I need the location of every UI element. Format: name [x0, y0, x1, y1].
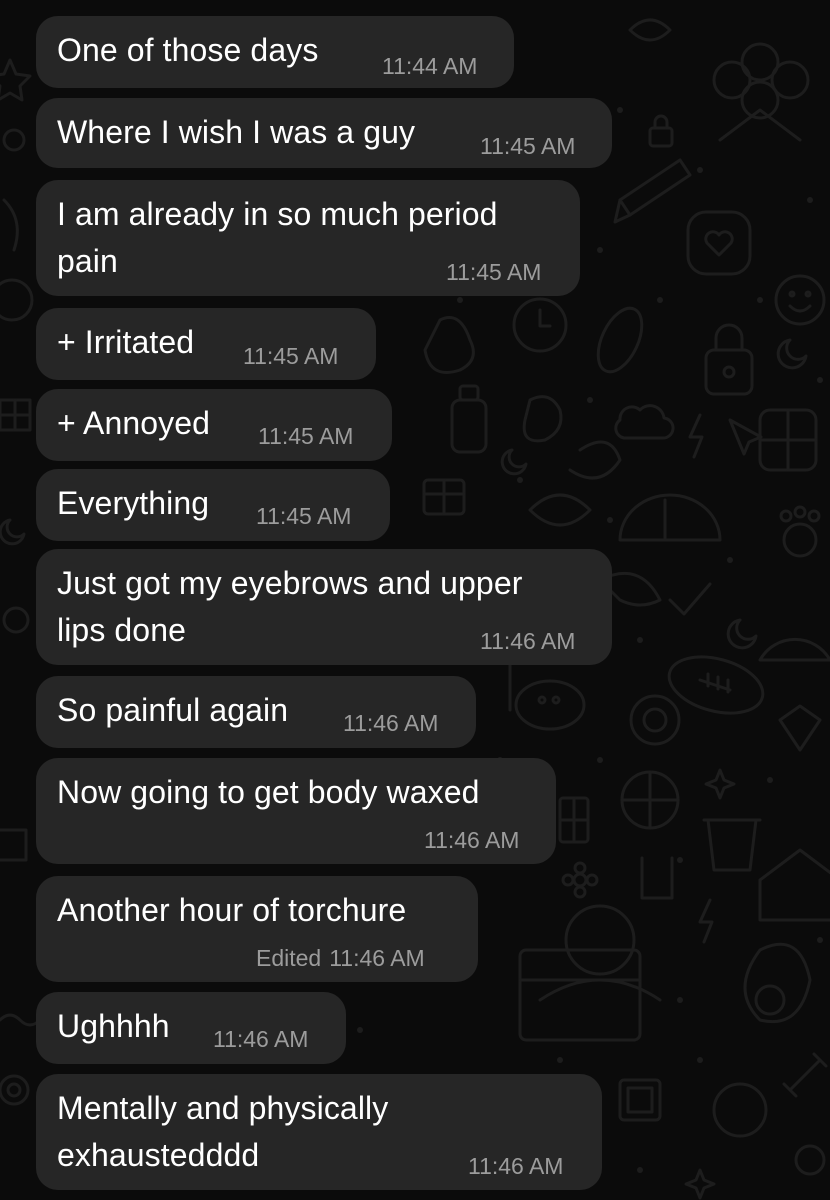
message-timestamp: 11:45 AM: [446, 258, 541, 286]
message-line: So painful again: [57, 692, 289, 728]
message-timestamp: Edited 11:46 AM: [256, 944, 425, 972]
message-time: 11:45 AM: [256, 503, 352, 529]
message-time: 11:46 AM: [480, 628, 576, 654]
message-text: Where I wish I was a guy: [57, 109, 415, 156]
message-bubble[interactable]: Now going to get body waxed 11:46 AM: [36, 758, 556, 864]
message-bubble[interactable]: One of those days 11:44 AM: [36, 16, 514, 88]
message-line: exhaustedddd: [57, 1137, 260, 1173]
message-text: Just got my eyebrows and upper lips done: [57, 560, 522, 654]
message-timestamp: 11:45 AM: [258, 422, 353, 450]
message-bubble[interactable]: I am already in so much period pain 11:4…: [36, 180, 580, 296]
message-list[interactable]: One of those days 11:44 AM Where I wish …: [0, 0, 830, 1200]
message-text: I am already in so much period pain: [57, 191, 498, 285]
message-timestamp: 11:45 AM: [243, 342, 338, 370]
message-text: So painful again: [57, 687, 288, 734]
message-text: Ughhhh: [57, 1003, 170, 1050]
message-text: + Irritated: [57, 319, 194, 366]
message-line: One of those days: [57, 32, 319, 68]
message-bubble[interactable]: Another hour of torchure Edited 11:46 AM: [36, 876, 478, 982]
message-bubble[interactable]: + Annoyed 11:45 AM: [36, 389, 392, 461]
message-line: Now going to get body waxed: [57, 774, 480, 810]
message-bubble[interactable]: Just got my eyebrows and upper lips done…: [36, 549, 612, 665]
message-line: pain: [57, 243, 118, 279]
message-time: 11:45 AM: [243, 343, 339, 369]
message-bubble[interactable]: Mentally and physically exhaustedddd 11:…: [36, 1074, 602, 1190]
message-line: lips done: [57, 612, 186, 648]
message-bubble[interactable]: + Irritated 11:45 AM: [36, 308, 376, 380]
message-line: Just got my eyebrows and upper: [57, 565, 523, 601]
message-text: One of those days: [57, 27, 318, 74]
message-line: Another hour of torchure: [57, 892, 407, 928]
message-line: Where I wish I was a guy: [57, 114, 416, 150]
message-bubble[interactable]: So painful again 11:46 AM: [36, 676, 476, 748]
message-text: Another hour of torchure: [57, 887, 406, 934]
message-time: 11:45 AM: [258, 423, 354, 449]
message-timestamp: 11:46 AM: [213, 1025, 308, 1053]
message-line: Everything: [57, 485, 210, 521]
message-time: 11:46 AM: [343, 710, 439, 736]
message-text: Now going to get body waxed: [57, 769, 480, 816]
message-time: 11:46 AM: [329, 945, 425, 971]
message-timestamp: 11:46 AM: [480, 627, 575, 655]
message-bubble[interactable]: Ughhhh 11:46 AM: [36, 992, 346, 1064]
message-bubble[interactable]: Everything 11:45 AM: [36, 469, 390, 541]
message-text: Everything: [57, 480, 209, 527]
message-timestamp: 11:45 AM: [256, 502, 351, 530]
message-timestamp: 11:46 AM: [468, 1152, 563, 1180]
message-text: Mentally and physically exhaustedddd: [57, 1085, 388, 1179]
message-time: 11:44 AM: [382, 53, 478, 79]
message-time: 11:46 AM: [424, 827, 520, 853]
message-text: + Annoyed: [57, 400, 210, 447]
message-time: 11:46 AM: [213, 1026, 309, 1052]
edited-label: Edited: [256, 945, 322, 971]
message-line: + Annoyed: [57, 405, 211, 441]
message-time: 11:45 AM: [480, 133, 576, 159]
message-time: 11:45 AM: [446, 259, 542, 285]
message-timestamp: 11:45 AM: [480, 132, 575, 160]
message-line: Mentally and physically: [57, 1090, 389, 1126]
message-timestamp: 11:44 AM: [382, 52, 477, 80]
message-time: 11:46 AM: [468, 1153, 564, 1179]
message-line: + Irritated: [57, 324, 195, 360]
message-line: I am already in so much period: [57, 196, 498, 232]
message-timestamp: 11:46 AM: [424, 826, 519, 854]
message-bubble[interactable]: Where I wish I was a guy 11:45 AM: [36, 98, 612, 168]
message-line: Ughhhh: [57, 1008, 170, 1044]
message-timestamp: 11:46 AM: [343, 709, 438, 737]
